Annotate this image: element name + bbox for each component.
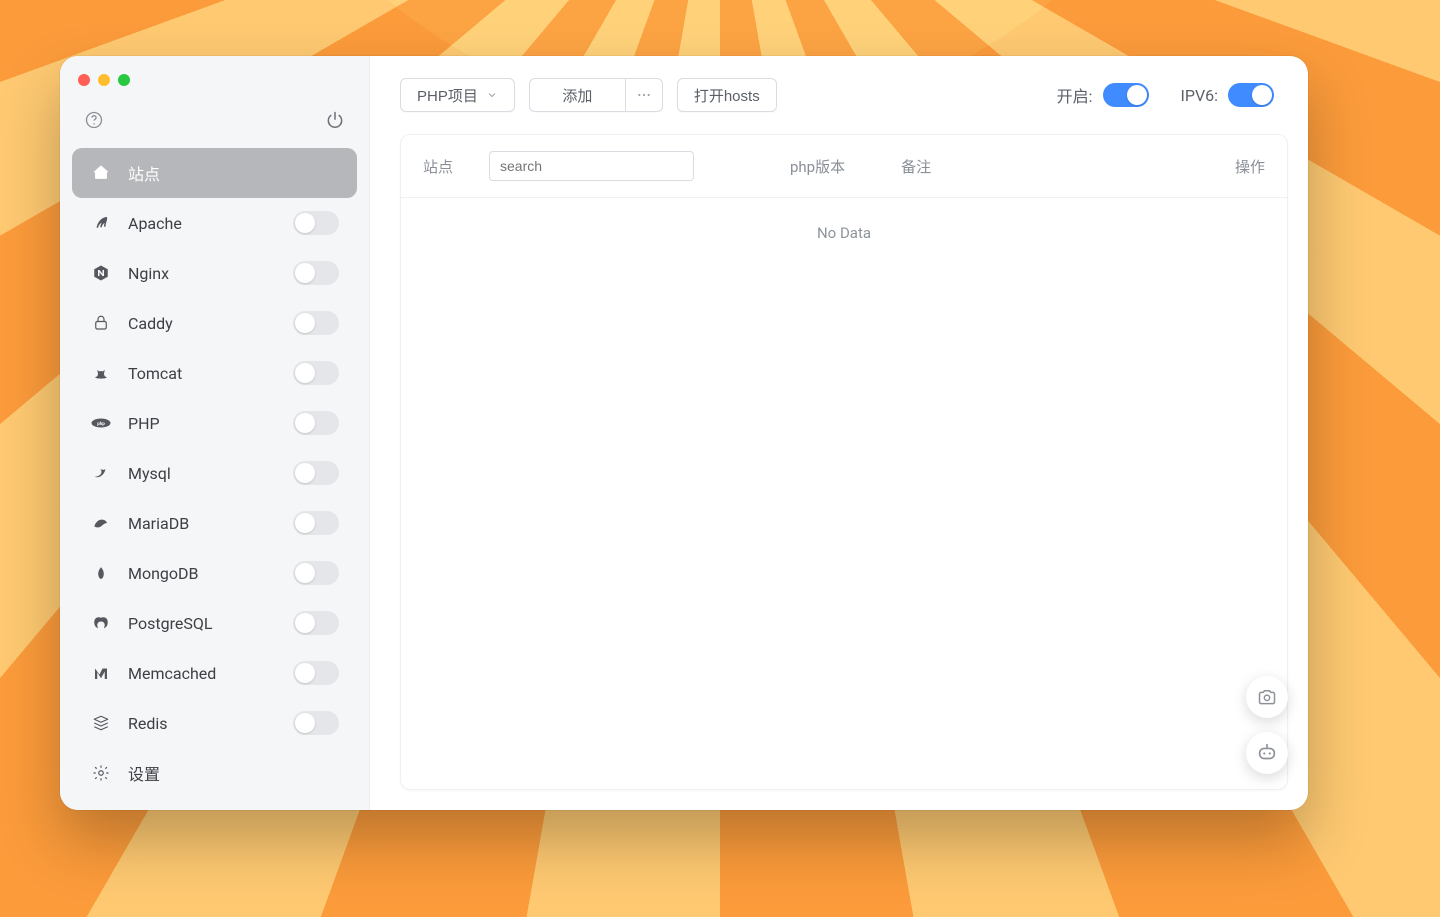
ipv6-toggle-label: IPV6: <box>1181 86 1219 105</box>
screenshot-fab[interactable] <box>1246 676 1288 718</box>
toolbar: PHP项目 添加 打开hosts 开启: <box>370 56 1308 134</box>
sidebar-item-sites[interactable]: 站点 <box>72 148 357 198</box>
open-hosts-button[interactable]: 打开hosts <box>677 78 777 112</box>
app-window: 站点 Apache Nginx Caddy Tomcat php PHP Mysql Maria… <box>60 56 1308 810</box>
project-type-dropdown[interactable]: PHP项目 <box>400 78 515 112</box>
sidebar-item-label: Redis <box>128 714 277 733</box>
sidebar-toggle-mongodb[interactable] <box>293 561 339 585</box>
minimize-window-button[interactable] <box>98 74 110 86</box>
sidebar-toggle-nginx[interactable] <box>293 261 339 285</box>
sidebar-item-redis[interactable]: Redis <box>72 698 357 748</box>
sidebar-item-label: Apache <box>128 214 277 233</box>
sidebar-item-mongodb[interactable]: MongoDB <box>72 548 357 598</box>
main-area: PHP项目 添加 打开hosts 开启: <box>370 56 1308 810</box>
column-header-php-version: php版本 <box>790 156 845 177</box>
add-button-label: 添加 <box>562 85 592 106</box>
add-button[interactable]: 添加 <box>529 78 625 112</box>
chevron-down-icon <box>486 89 498 101</box>
gear-icon <box>90 764 112 782</box>
sidebar-toggle-caddy[interactable] <box>293 311 339 335</box>
sidebar-toggle-tomcat[interactable] <box>293 361 339 385</box>
column-header-notes: 备注 <box>901 156 931 177</box>
ipv6-toggle[interactable] <box>1228 83 1274 107</box>
sidebar-item-caddy[interactable]: Caddy <box>72 298 357 348</box>
sidebar-toggle-redis[interactable] <box>293 711 339 735</box>
sidebar-item-php[interactable]: php PHP <box>72 398 357 448</box>
sidebar: 站点 Apache Nginx Caddy Tomcat php PHP Mysql Maria… <box>60 56 370 810</box>
ellipsis-icon <box>636 87 652 103</box>
m-icon <box>90 664 112 682</box>
sidebar-item-memcached[interactable]: Memcached <box>72 648 357 698</box>
sidebar-item-label: 设置 <box>128 761 339 785</box>
sidebar-toggle-postgresql[interactable] <box>293 611 339 635</box>
sidebar-item-label: Tomcat <box>128 364 277 383</box>
stack-icon <box>90 714 112 732</box>
sidebar-item-label: MariaDB <box>128 514 277 533</box>
open-hosts-label: 打开hosts <box>694 85 760 106</box>
empty-state-text: No Data <box>401 198 1287 242</box>
project-type-label: PHP项目 <box>417 85 478 106</box>
leaf-icon <box>90 563 112 583</box>
sidebar-toggle-mysql[interactable] <box>293 461 339 485</box>
sidebar-item-mariadb[interactable]: MariaDB <box>72 498 357 548</box>
home-icon <box>90 164 112 182</box>
sidebar-item-label: Nginx <box>128 264 277 283</box>
sidebar-item-label: MongoDB <box>128 564 277 583</box>
sidebar-item-postgresql[interactable]: PostgreSQL <box>72 598 357 648</box>
table-header: 站点 php版本 备注 操作 <box>401 135 1287 198</box>
close-window-button[interactable] <box>78 74 90 86</box>
zoom-window-button[interactable] <box>118 74 130 86</box>
sidebar-toggle-php[interactable] <box>293 411 339 435</box>
column-header-site: 站点 <box>423 156 473 177</box>
power-icon[interactable] <box>325 110 345 130</box>
feather-icon <box>90 214 112 232</box>
sidebar-item-apache[interactable]: Apache <box>72 198 357 248</box>
sidebar-item-nginx[interactable]: Nginx <box>72 248 357 298</box>
sidebar-toggle-memcached[interactable] <box>293 661 339 685</box>
sidebar-item-settings[interactable]: 设置 <box>72 748 357 798</box>
seal-icon <box>90 515 112 531</box>
lock-icon <box>90 314 112 332</box>
sidebar-item-label: Memcached <box>128 664 277 683</box>
sidebar-item-label: Caddy <box>128 314 277 333</box>
sidebar-item-tomcat[interactable]: Tomcat <box>72 348 357 398</box>
window-controls <box>72 70 357 104</box>
sidebar-toggle-apache[interactable] <box>293 211 339 235</box>
add-more-button[interactable] <box>625 78 663 112</box>
add-button-group: 添加 <box>529 78 663 112</box>
sidebar-item-label: 站点 <box>128 161 339 185</box>
enable-toggle[interactable] <box>1103 83 1149 107</box>
sidebar-item-label: PostgreSQL <box>128 614 277 633</box>
cat-icon <box>90 364 112 382</box>
sidebar-toggle-mariadb[interactable] <box>293 511 339 535</box>
dolphin-icon <box>90 464 112 482</box>
help-icon[interactable] <box>84 110 104 130</box>
elephant-icon <box>90 614 112 632</box>
sidebar-item-mysql[interactable]: Mysql <box>72 448 357 498</box>
sidebar-item-label: Mysql <box>128 464 277 483</box>
nginx-icon <box>90 264 112 282</box>
sidebar-item-label: PHP <box>128 414 277 433</box>
sidebar-nav: 站点 Apache Nginx Caddy Tomcat php PHP Mysql Maria… <box>72 148 357 798</box>
search-input[interactable] <box>489 151 694 181</box>
enable-toggle-label: 开启: <box>1057 83 1093 107</box>
sites-table-panel: 站点 php版本 备注 操作 No Data <box>400 134 1288 790</box>
php-icon: php <box>90 416 112 430</box>
column-header-action: 操作 <box>1235 156 1265 177</box>
svg-text:php: php <box>97 421 105 427</box>
assistant-fab[interactable] <box>1246 732 1288 774</box>
